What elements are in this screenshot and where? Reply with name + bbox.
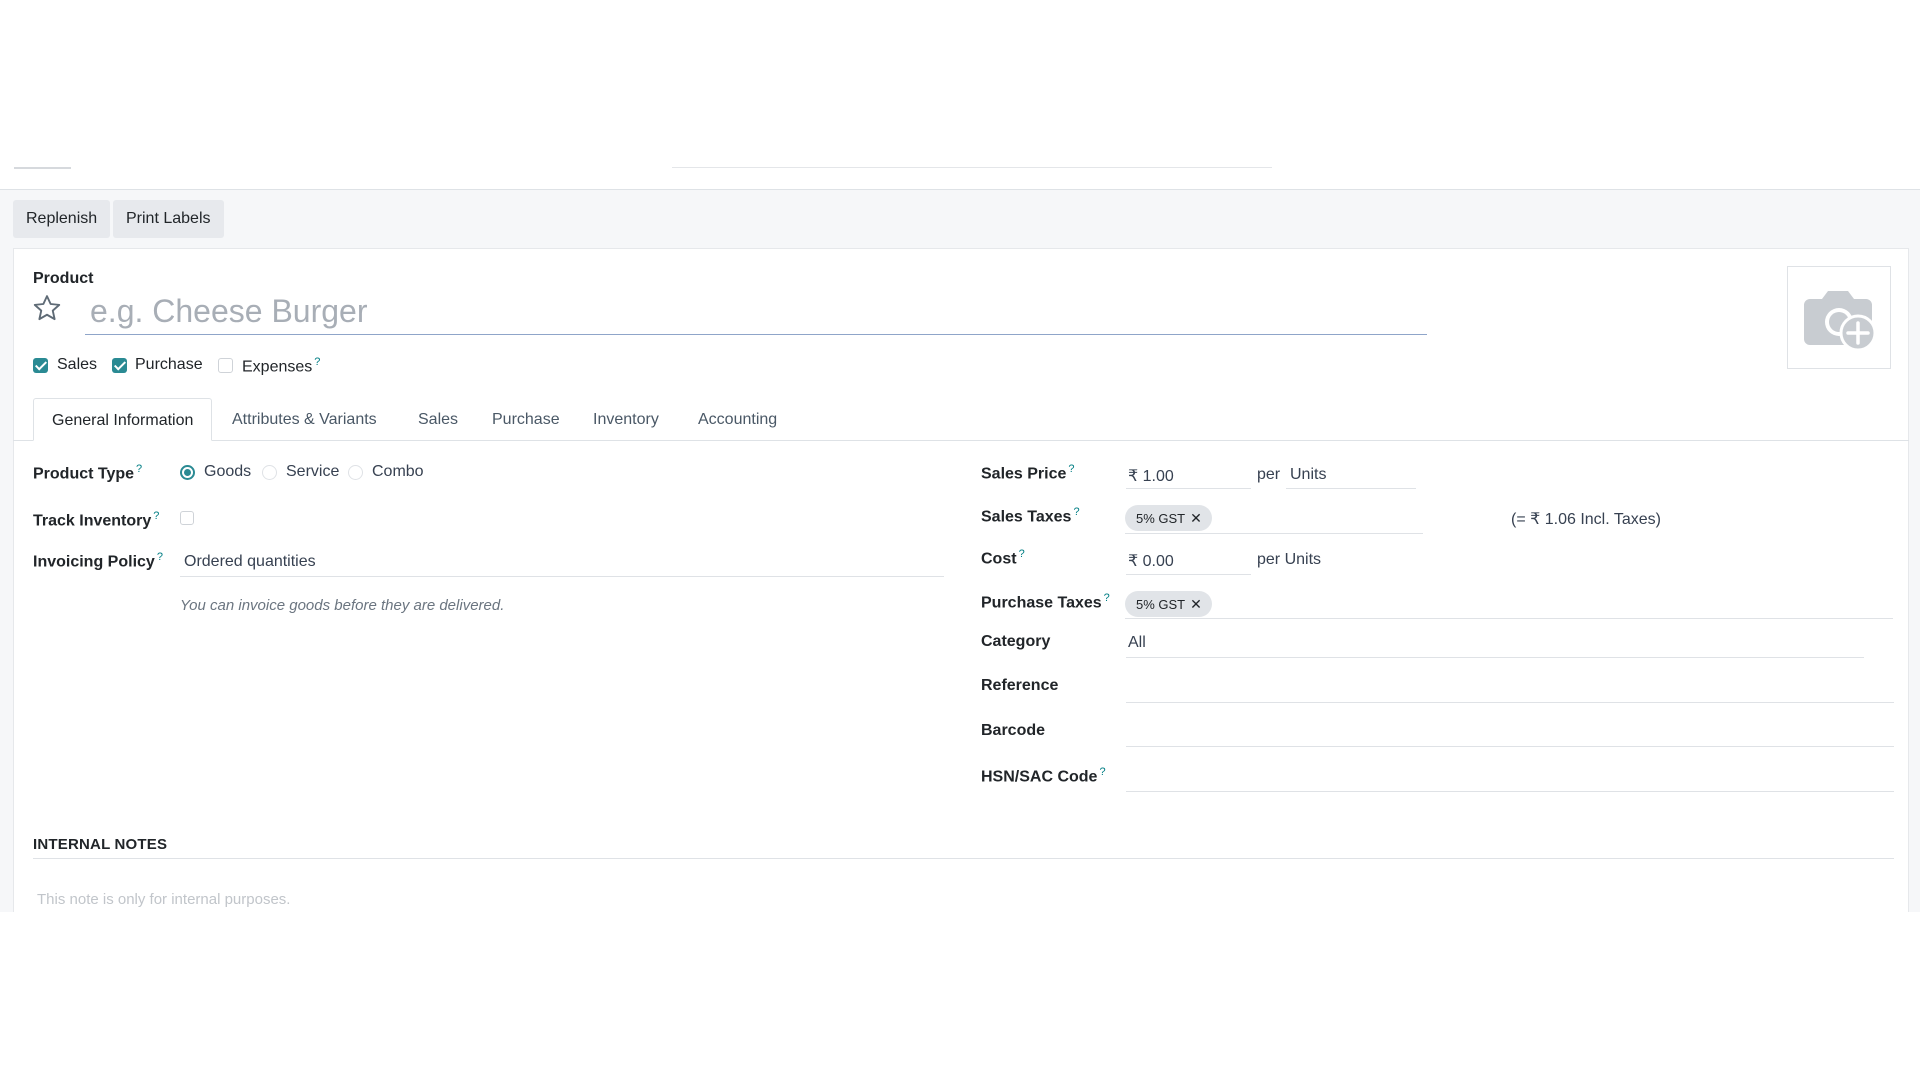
product-type-goods-label: Goods <box>204 463 252 480</box>
sales-price-uom-input[interactable]: Units <box>1290 466 1326 484</box>
top-navbar <box>0 0 1920 190</box>
category-select[interactable]: All <box>1128 634 1146 652</box>
hsn-code-label: HSN/SAC Code? <box>981 766 1106 786</box>
sales-price-uom-underline <box>1286 488 1416 489</box>
tab-attributes-variants[interactable]: Attributes & Variants <box>232 398 377 441</box>
barcode-label: Barcode <box>981 722 1046 739</box>
help-tooltip-icon[interactable]: ? <box>314 356 320 368</box>
help-tooltip-icon[interactable]: ? <box>136 463 142 475</box>
expenses-checkbox[interactable] <box>218 358 233 373</box>
internal-notes-title: INTERNAL NOTES <box>33 836 168 853</box>
sales-tax-tag[interactable]: 5% GST ✕ <box>1125 505 1212 531</box>
sales-tax-tag-label: 5% GST <box>1136 511 1186 526</box>
expenses-checkbox-label: Expenses? <box>242 356 321 376</box>
cost-uom-label: per Units <box>1257 551 1322 568</box>
product-type-service-label: Service <box>286 463 340 480</box>
invoicing-policy-underline <box>180 576 944 577</box>
camera-plus-icon <box>1798 285 1880 360</box>
barcode-underline <box>1126 746 1894 747</box>
replenish-button[interactable]: Replenish <box>13 200 111 238</box>
product-type-combo-label: Combo <box>372 463 424 480</box>
help-tooltip-icon[interactable]: ? <box>1068 463 1074 475</box>
tab-inventory[interactable]: Inventory <box>593 398 659 441</box>
cost-input[interactable]: ₹ 0.00 <box>1128 551 1174 571</box>
hsn-code-underline <box>1126 791 1894 792</box>
help-tooltip-icon[interactable]: ? <box>1099 766 1105 778</box>
tab-purchase[interactable]: Purchase <box>492 398 560 441</box>
print-labels-button[interactable]: Print Labels <box>113 200 224 238</box>
internal-notes-editor[interactable]: This note is only for internal purposes. <box>37 891 290 908</box>
help-tooltip-icon[interactable]: ? <box>157 551 163 563</box>
purchase-tax-tag-label: 5% GST <box>1136 597 1186 612</box>
navbar-underline-mark <box>14 167 71 169</box>
help-tooltip-icon[interactable]: ? <box>153 510 159 522</box>
cost-underline <box>1126 574 1251 575</box>
form-sheet <box>13 248 1909 912</box>
purchase-taxes-label: Purchase Taxes? <box>981 592 1110 612</box>
category-label: Category <box>981 633 1051 650</box>
cost-label: Cost? <box>981 548 1025 568</box>
tab-general-information[interactable]: General Information <box>33 398 213 441</box>
sales-taxes-underline <box>1125 533 1423 534</box>
sales-price-input[interactable]: ₹ 1.00 <box>1128 466 1174 486</box>
product-name-input[interactable] <box>85 289 1427 335</box>
tab-sales[interactable]: Sales <box>418 398 458 441</box>
close-icon[interactable]: ✕ <box>1190 596 1202 612</box>
purchase-checkbox[interactable] <box>112 358 127 373</box>
internal-notes-divider <box>33 858 1894 859</box>
control-panel: Replenish Print Labels <box>0 190 1920 246</box>
sales-price-incl-taxes: (= ₹ 1.06 Incl. Taxes) <box>1511 511 1661 528</box>
product-type-goods-radio[interactable] <box>180 465 195 480</box>
invoicing-policy-hint: You can invoice goods before they are de… <box>180 597 505 614</box>
navbar-divider <box>672 167 1272 168</box>
purchase-tax-tag[interactable]: 5% GST ✕ <box>1125 591 1212 617</box>
sales-checkbox-label: Sales <box>57 356 98 373</box>
help-tooltip-icon[interactable]: ? <box>1104 592 1110 604</box>
product-type-label: Product Type? <box>33 463 143 483</box>
purchase-taxes-underline <box>1125 618 1893 619</box>
sales-price-per-label: per <box>1257 466 1281 483</box>
help-tooltip-icon[interactable]: ? <box>1073 506 1079 518</box>
product-type-service-radio[interactable] <box>262 465 277 480</box>
track-inventory-label: Track Inventory? <box>33 510 160 530</box>
purchase-checkbox-label: Purchase <box>135 356 203 373</box>
sales-price-label: Sales Price? <box>981 463 1075 483</box>
star-outline-icon[interactable] <box>32 293 62 323</box>
help-tooltip-icon[interactable]: ? <box>1019 548 1025 560</box>
category-underline <box>1126 657 1864 658</box>
product-image-upload[interactable] <box>1787 266 1891 369</box>
invoicing-policy-select[interactable]: Ordered quantities <box>184 553 316 571</box>
product-label: Product <box>33 270 94 287</box>
sales-price-underline <box>1126 488 1251 489</box>
reference-label: Reference <box>981 677 1059 694</box>
sales-checkbox[interactable] <box>33 358 48 373</box>
reference-underline <box>1126 702 1894 703</box>
sales-taxes-label: Sales Taxes? <box>981 506 1080 526</box>
track-inventory-checkbox[interactable] <box>180 511 194 525</box>
product-type-combo-radio[interactable] <box>348 465 363 480</box>
invoicing-policy-label: Invoicing Policy? <box>33 551 163 571</box>
close-icon[interactable]: ✕ <box>1190 510 1202 526</box>
tab-accounting[interactable]: Accounting <box>698 398 777 441</box>
